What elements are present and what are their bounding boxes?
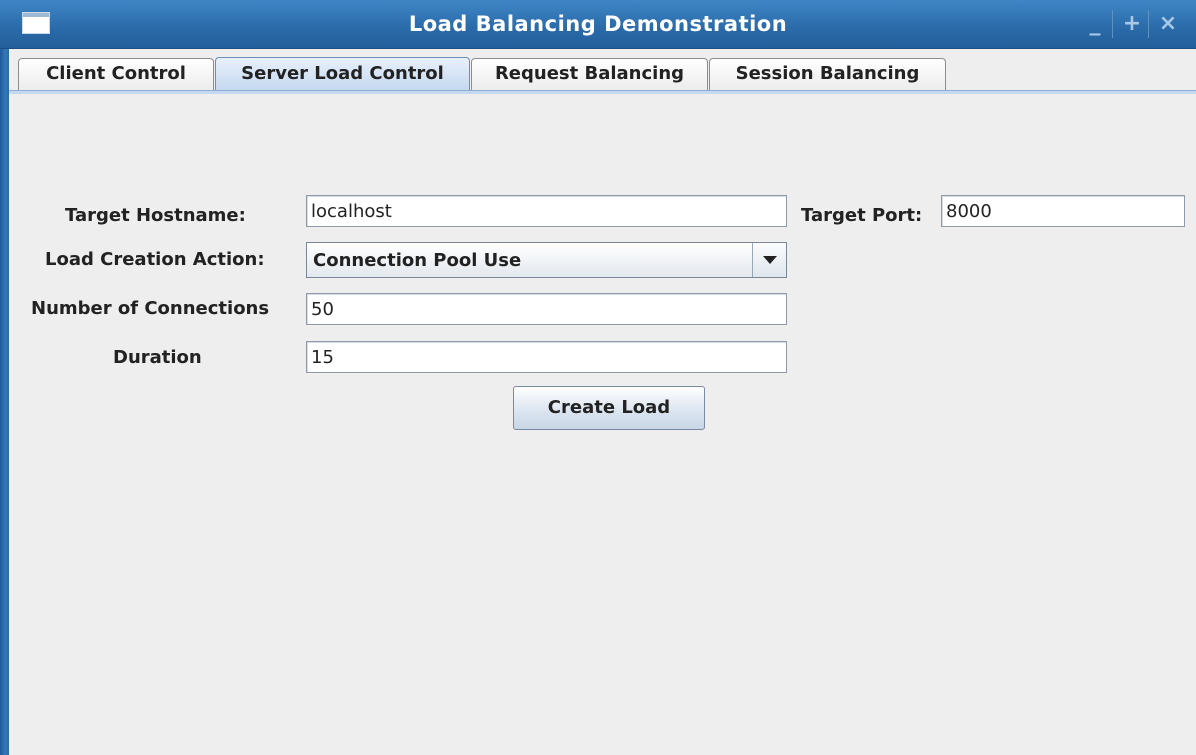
load-creation-action-value: Connection Pool Use [313,250,522,271]
target-hostname-input[interactable] [306,195,787,227]
load-creation-action-select[interactable]: Connection Pool Use [306,242,787,278]
close-button[interactable]: × [1153,8,1183,40]
title-separator [1112,10,1113,38]
title-bar[interactable]: Load Balancing Demonstration _ + × [0,0,1196,49]
target-hostname-label: Target Hostname: [65,205,246,226]
tab-server-load-control[interactable]: Server Load Control [215,57,470,91]
window-title: Load Balancing Demonstration [408,12,788,36]
tab-client-control[interactable]: Client Control [18,58,214,90]
chevron-down-icon [763,256,777,264]
title-separator [1148,10,1149,38]
server-load-control-panel: Target Hostname: Target Port: Load Creat… [9,94,1196,755]
target-port-input[interactable] [941,195,1185,227]
target-port-label: Target Port: [801,205,923,226]
tab-session-balancing[interactable]: Session Balancing [709,58,946,90]
tab-request-balancing[interactable]: Request Balancing [471,58,708,90]
maximize-button[interactable]: + [1117,8,1147,40]
combo-dropdown-button[interactable] [752,243,786,277]
create-load-button[interactable]: Create Load [513,386,705,430]
window-frame-left [0,49,9,755]
tab-strip: Client Control Server Load Control Reque… [9,49,1196,92]
duration-input[interactable] [306,341,787,373]
duration-label: Duration [113,347,202,368]
number-of-connections-input[interactable] [306,293,787,325]
minimize-button[interactable]: _ [1080,8,1110,40]
load-creation-action-label: Load Creation Action: [45,249,265,270]
number-of-connections-label: Number of Connections [31,298,270,319]
app-window: Load Balancing Demonstration _ + × Clien… [0,0,1196,755]
